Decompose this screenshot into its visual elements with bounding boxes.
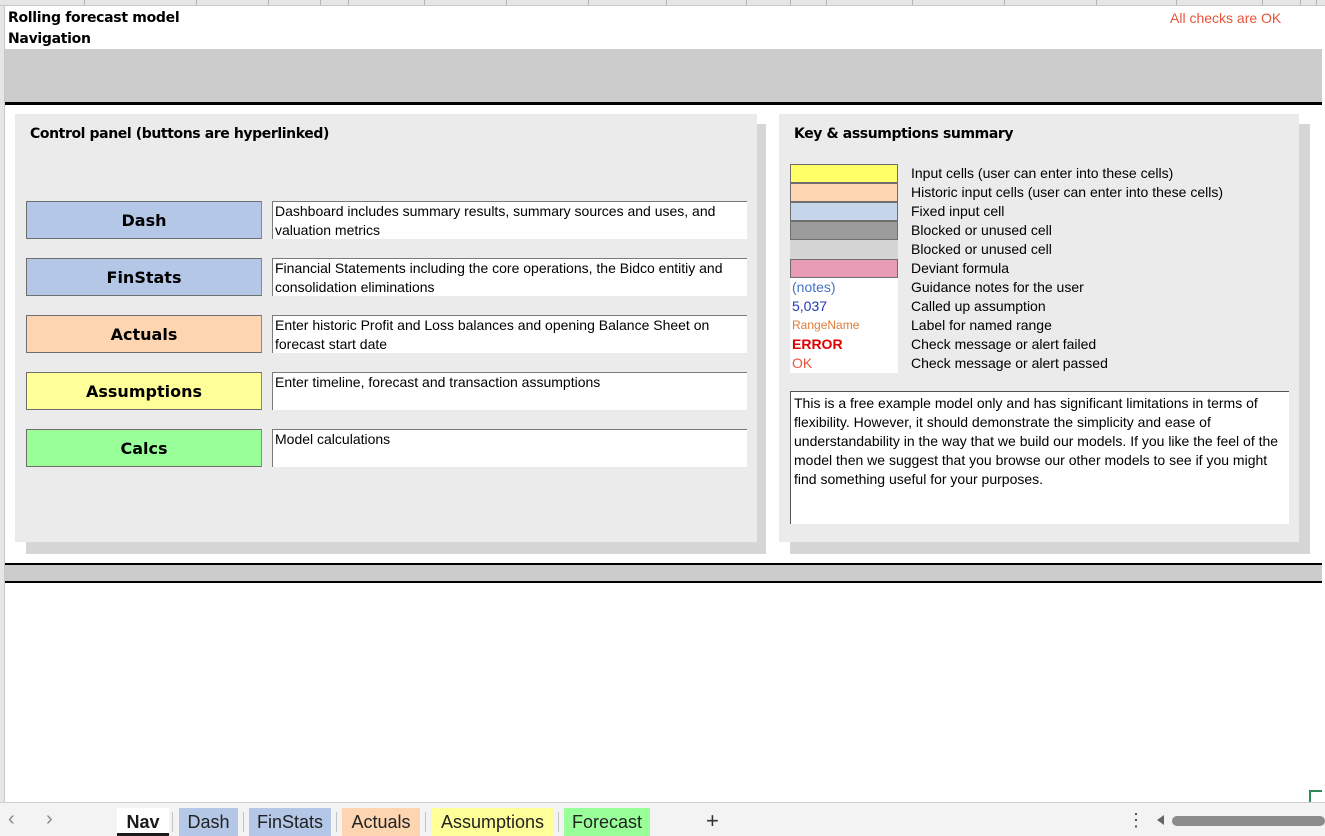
column-header-tick (268, 0, 269, 5)
column-header-tick (666, 0, 667, 5)
key-sample-ok: OK (790, 354, 898, 373)
column-header-strip (0, 0, 1325, 6)
more-options-icon[interactable]: ⋮ (1127, 810, 1145, 831)
sheet-tab-dash[interactable]: Dash (179, 808, 238, 836)
key-label-fixed-input: Fixed input cell (911, 203, 1005, 219)
column-header-tick (1262, 0, 1263, 5)
nav-button-assumptions[interactable]: Assumptions (26, 372, 262, 410)
key-label-ok: Check message or alert passed (911, 355, 1108, 371)
key-swatch-historic-input (790, 183, 898, 202)
key-label-blocked-light: Blocked or unused cell (911, 241, 1052, 257)
column-header-tick (1004, 0, 1005, 5)
nav-description-actuals: Enter historic Profit and Loss balances … (272, 315, 747, 353)
sheet-tab-assumptions[interactable]: Assumptions (431, 808, 554, 836)
key-panel-title: Key & assumptions summary (794, 126, 1014, 142)
key-swatch-blocked-light (790, 240, 898, 259)
nav-description-calcs: Model calculations (272, 429, 747, 467)
key-label-blocked-dark: Blocked or unused cell (911, 222, 1052, 238)
key-sample-notes: (notes) (790, 278, 898, 297)
row-header-strip (0, 6, 5, 802)
key-sample-rangename: RangeName (790, 316, 898, 335)
key-label-input: Input cells (user can enter into these c… (911, 165, 1174, 181)
sheet-tab-forecast[interactable]: Forecast (564, 808, 650, 836)
add-sheet-button[interactable]: + (706, 808, 719, 834)
tab-separator (558, 812, 559, 832)
nav-button-actuals[interactable]: Actuals (26, 315, 262, 353)
tab-separator (172, 812, 173, 832)
column-header-tick (790, 0, 791, 5)
nav-description-dash: Dashboard includes summary results, summ… (272, 201, 747, 239)
column-header-tick (196, 0, 197, 5)
nav-button-dash[interactable]: Dash (26, 201, 262, 239)
page-title: Rolling forecast model (8, 10, 180, 26)
footer-band (5, 565, 1322, 581)
key-swatch-fixed-input (790, 202, 898, 221)
chevron-right-icon[interactable]: › (46, 808, 53, 831)
column-header-tick (1300, 0, 1301, 5)
column-header-tick (1176, 0, 1177, 5)
page-subtitle: Navigation (8, 31, 91, 47)
column-header-tick (826, 0, 827, 5)
sheet-tab-finstats[interactable]: FinStats (249, 808, 331, 836)
nav-button-finstats[interactable]: FinStats (26, 258, 262, 296)
column-header-tick (506, 0, 507, 5)
tab-separator (336, 812, 337, 832)
scroll-left-icon[interactable] (1157, 815, 1164, 825)
key-swatch-blocked-dark (790, 221, 898, 240)
column-header-tick (1316, 0, 1317, 5)
key-label-called-up: Called up assumption (911, 298, 1046, 314)
column-header-tick (746, 0, 747, 5)
nav-description-finstats: Financial Statements including the core … (272, 258, 747, 296)
key-swatch-deviant (790, 259, 898, 278)
column-header-tick (588, 0, 589, 5)
nav-description-assumptions: Enter timeline, forecast and transaction… (272, 372, 747, 410)
key-swatch-input (790, 164, 898, 183)
tab-separator (425, 812, 426, 832)
column-header-tick (912, 0, 913, 5)
key-label-error: Check message or alert failed (911, 336, 1097, 352)
disclaimer-text: This is a free example model only and ha… (790, 391, 1289, 524)
sheet-tab-nav[interactable]: Nav (117, 808, 169, 836)
column-header-tick (1096, 0, 1097, 5)
key-label-rangename: Label for named range (911, 317, 1052, 333)
key-label-deviant: Deviant formula (911, 260, 1010, 276)
tab-separator (243, 812, 244, 832)
key-label-notes: Guidance notes for the user (911, 279, 1084, 295)
header-band (5, 49, 1322, 102)
key-sample-error: ERROR (790, 335, 898, 354)
column-header-tick (348, 0, 349, 5)
key-sample-called-up: 5,037 (790, 297, 898, 316)
nav-button-calcs[interactable]: Calcs (26, 429, 262, 467)
column-header-tick (320, 0, 321, 5)
key-label-historic-input: Historic input cells (user can enter int… (911, 184, 1224, 200)
column-header-tick (84, 0, 85, 5)
header-divider (5, 102, 1322, 105)
control-panel-title: Control panel (buttons are hyperlinked) (30, 126, 329, 142)
horizontal-scrollbar[interactable] (1172, 816, 1325, 826)
footer-divider-bottom (5, 581, 1322, 583)
checks-status: All checks are OK (1170, 10, 1282, 26)
sheet-tab-actuals[interactable]: Actuals (342, 808, 420, 836)
chevron-left-icon[interactable]: ‹ (8, 808, 15, 831)
column-header-tick (424, 0, 425, 5)
